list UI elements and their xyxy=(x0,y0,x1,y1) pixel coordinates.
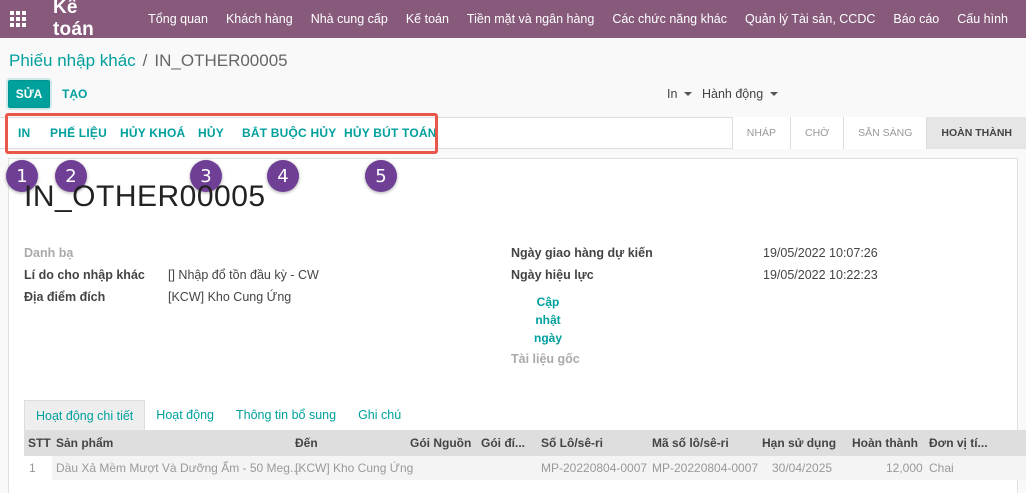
print-dropdown-label: In xyxy=(667,87,678,101)
breadcrumb-separator: / xyxy=(142,51,148,70)
action-dropdown[interactable]: Hành động xyxy=(702,87,779,101)
column-header-source-package[interactable]: Gói Nguồn xyxy=(410,436,471,450)
annotation-badge-4: 4 xyxy=(267,160,299,192)
column-header-destination[interactable]: Đến xyxy=(295,436,318,450)
scheduled-date-value: 19/05/2022 10:07:26 xyxy=(763,246,878,260)
menu-item-reports[interactable]: Báo cáo xyxy=(893,12,939,26)
menu-item-customers[interactable]: Khách hàng xyxy=(226,12,293,26)
tab-additional-info[interactable]: Thông tin bổ sung xyxy=(225,400,347,430)
destination-value: [KCW] Kho Cung Ứng xyxy=(168,290,292,304)
scheduled-date-label: Ngày giao hàng dự kiến xyxy=(511,246,653,260)
column-header-uom[interactable]: Đơn vị tí... xyxy=(929,436,988,450)
row-lot-serial: MP-20220804-0007 xyxy=(541,461,648,475)
annotation-highlight-box xyxy=(5,113,438,154)
update-date-label-1: Cập xyxy=(536,295,560,309)
row-product: Dầu Xả Mềm Mượt Và Dưỡng Ẩm - 50 Meg... xyxy=(56,461,300,475)
annotation-badge-5: 5 xyxy=(365,160,397,192)
chevron-down-icon xyxy=(770,92,779,96)
column-header-done[interactable]: Hoàn thành xyxy=(852,436,918,450)
stage-ready: SẴN SÀNG xyxy=(843,117,927,149)
menu-item-vendors[interactable]: Nhà cung cấp xyxy=(311,12,388,26)
reason-value: [] Nhập đổ tồn đầu kỳ - CW xyxy=(168,268,319,282)
print-dropdown[interactable]: In xyxy=(667,87,693,101)
destination-label: Địa điểm đích xyxy=(24,290,106,304)
action-dropdown-label: Hành động xyxy=(702,87,764,101)
notebook-tabs: Hoạt động chi tiết Hoạt động Thông tin b… xyxy=(24,400,412,430)
column-header-product[interactable]: Sản phẩm xyxy=(56,436,113,450)
row-stt: 1 xyxy=(29,461,36,475)
tab-detailed-operations[interactable]: Hoạt động chi tiết xyxy=(24,400,146,430)
apps-menu-icon[interactable] xyxy=(0,0,35,38)
create-button[interactable]: TẠO xyxy=(62,87,87,101)
contact-label: Danh bạ xyxy=(24,246,74,260)
menu-item-cash-bank[interactable]: Tiền mặt và ngân hàng xyxy=(467,12,594,26)
stage-waiting: CHỜ xyxy=(789,117,844,149)
edit-button[interactable]: SỬA xyxy=(8,80,50,108)
stage-bar: NHÁP CHỜ SẴN SÀNG HOÀN THÀNH xyxy=(731,117,1026,149)
row-lot-code: MP-20220804-0007 xyxy=(652,461,759,475)
breadcrumb-current: IN_OTHER00005 xyxy=(154,51,288,70)
menu-item-overview[interactable]: Tổng quan xyxy=(148,12,208,26)
source-document-label: Tài liệu gốc xyxy=(511,352,580,366)
update-date-button[interactable]: Cập nhật ngày xyxy=(533,293,563,347)
column-header-lot-serial[interactable]: Số Lô/sê-ri xyxy=(541,436,603,450)
breadcrumb: Phiếu nhập khác / IN_OTHER00005 xyxy=(9,51,288,71)
menu-item-config[interactable]: Cấu hình xyxy=(957,12,1008,26)
update-date-label-3: ngày xyxy=(533,331,562,345)
column-header-lot-code[interactable]: Mã số lô/sê-ri xyxy=(652,436,729,450)
stage-done: HOÀN THÀNH xyxy=(926,117,1026,149)
menu-item-other-functions[interactable]: Các chức năng khác xyxy=(612,12,727,26)
breadcrumb-parent[interactable]: Phiếu nhập khác xyxy=(9,51,136,71)
menu-item-accounting[interactable]: Kế toán xyxy=(406,12,449,26)
update-date-label-2: nhật xyxy=(535,313,561,327)
reason-label: Lí do cho nhập khác xyxy=(24,268,145,282)
effective-date-value: 19/05/2022 10:22:23 xyxy=(763,268,878,282)
row-destination: [KCW] Kho Cung Ứng xyxy=(295,461,414,475)
main-menu: Tổng quan Khách hàng Nhà cung cấp Kế toá… xyxy=(148,12,1026,26)
row-done: 12,000 xyxy=(886,461,923,475)
chevron-down-icon xyxy=(684,92,693,96)
stage-draft: NHÁP xyxy=(731,117,790,149)
column-header-dest-package[interactable]: Gói đí... xyxy=(481,436,525,450)
row-uom: Chai xyxy=(929,461,954,475)
column-header-expiry[interactable]: Hạn sử dụng xyxy=(762,436,836,450)
app-brand: Kế toán xyxy=(53,0,94,40)
column-header-stt[interactable]: STT xyxy=(28,436,51,450)
effective-date-label: Ngày hiệu lực xyxy=(511,268,594,282)
row-expiry: 30/04/2025 xyxy=(772,461,833,475)
menu-item-assets[interactable]: Quản lý Tài sản, CCDC xyxy=(745,12,875,26)
record-title: IN_OTHER00005 xyxy=(24,180,266,213)
tab-operations[interactable]: Hoạt động xyxy=(145,400,225,430)
tab-notes[interactable]: Ghi chú xyxy=(347,400,412,430)
top-navbar: Kế toán Tổng quan Khách hàng Nhà cung cấ… xyxy=(0,0,1026,40)
